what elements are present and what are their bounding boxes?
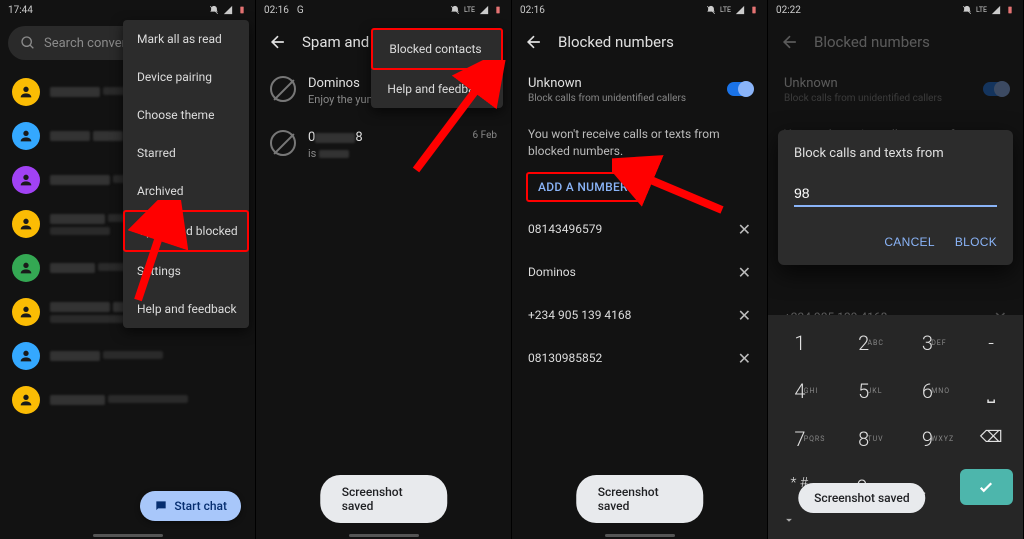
key-8[interactable]: 8TUV bbox=[832, 415, 896, 463]
menu-settings[interactable]: Settings bbox=[123, 252, 249, 290]
key-4[interactable]: 4GHI bbox=[768, 367, 832, 415]
avatar bbox=[12, 210, 40, 238]
app-bar: Blocked numbers bbox=[768, 20, 1023, 64]
status-icons: LTE bbox=[706, 5, 759, 15]
toggle-on[interactable] bbox=[727, 82, 753, 96]
back-icon[interactable] bbox=[524, 32, 544, 52]
number-row: Dominos✕ bbox=[512, 251, 767, 294]
avatar bbox=[12, 298, 40, 326]
chat-icon bbox=[154, 499, 168, 513]
blocked-item[interactable]: 08 is 6 Feb bbox=[256, 118, 511, 172]
menu-spam-blocked[interactable]: Spam and blocked bbox=[123, 210, 249, 252]
overflow-menu: Blocked contacts Help and feedback bbox=[371, 28, 503, 108]
remove-icon[interactable]: ✕ bbox=[738, 220, 751, 239]
app-bar: Blocked numbers bbox=[512, 20, 767, 64]
back-icon[interactable] bbox=[268, 32, 288, 52]
add-number-button[interactable]: ADD A NUMBER bbox=[526, 172, 640, 202]
cancel-button[interactable]: CANCEL bbox=[884, 235, 934, 249]
avatar bbox=[12, 342, 40, 370]
toast: Screenshot saved bbox=[320, 475, 448, 523]
avatar bbox=[12, 254, 40, 282]
panel-messages-home: 17:44 Search conversati Mark all as read… bbox=[0, 0, 256, 539]
menu-mark-all[interactable]: Mark all as read bbox=[123, 20, 249, 58]
page-title: Blocked numbers bbox=[814, 33, 930, 51]
menu-blocked-contacts[interactable]: Blocked contacts bbox=[371, 28, 503, 70]
block-button[interactable]: BLOCK bbox=[955, 235, 997, 249]
avatar bbox=[12, 78, 40, 106]
start-chat-fab[interactable]: Start chat bbox=[140, 491, 241, 521]
nav-bar bbox=[349, 534, 419, 537]
remove-icon[interactable]: ✕ bbox=[738, 306, 751, 325]
key-5[interactable]: 5JKL bbox=[832, 367, 896, 415]
list-item[interactable] bbox=[0, 334, 255, 378]
status-bar: 17:44 bbox=[0, 0, 255, 20]
menu-device-pairing[interactable]: Device pairing bbox=[123, 58, 249, 96]
description: You won't receive calls or texts from bl… bbox=[512, 116, 767, 166]
number-row: 08143496579✕ bbox=[512, 208, 767, 251]
key-7[interactable]: 7PQRS bbox=[768, 415, 832, 463]
toggle-on bbox=[983, 82, 1009, 96]
number-row: +234 905 139 4168✕ bbox=[512, 294, 767, 337]
search-icon bbox=[20, 35, 36, 51]
nav-bar bbox=[605, 534, 675, 537]
avatar bbox=[12, 386, 40, 414]
status-bar: 02:16G LTE bbox=[256, 0, 511, 20]
back-icon bbox=[780, 32, 800, 52]
block-icon bbox=[270, 76, 296, 102]
phone-input[interactable] bbox=[794, 181, 997, 207]
avatar bbox=[12, 166, 40, 194]
key-9[interactable]: 9WXYZ bbox=[896, 415, 960, 463]
key-0[interactable]: 0+ Screenshot saved bbox=[831, 463, 894, 511]
remove-icon[interactable]: ✕ bbox=[738, 349, 751, 368]
key-space[interactable]: ⎵ bbox=[959, 367, 1023, 415]
clock: 17:44 bbox=[8, 5, 33, 16]
key-2[interactable]: 2ABC bbox=[832, 319, 896, 367]
key-1[interactable]: 1 bbox=[768, 319, 832, 367]
nav-bar bbox=[93, 534, 163, 537]
keypad: 1 2ABC 3DEF - 4GHI 5JKL 6MNO ⎵ 7PQRS 8TU… bbox=[768, 315, 1023, 539]
status-icons: LTE bbox=[962, 5, 1015, 15]
status-bar: 02:16 LTE bbox=[512, 0, 767, 20]
status-bar: 02:22 LTE bbox=[768, 0, 1023, 20]
remove-icon[interactable]: ✕ bbox=[738, 263, 751, 282]
panel-blocked-numbers: 02:16 LTE Blocked numbers Unknown Block … bbox=[512, 0, 768, 539]
menu-help[interactable]: Help and feedback bbox=[371, 70, 503, 108]
key-backspace[interactable]: ⌫ bbox=[959, 415, 1023, 463]
check-icon bbox=[977, 478, 995, 496]
number-list: 08143496579✕ Dominos✕ +234 905 139 4168✕… bbox=[512, 208, 767, 380]
key-dash[interactable]: - bbox=[959, 319, 1023, 367]
status-icons bbox=[209, 5, 247, 15]
menu-choose-theme[interactable]: Choose theme bbox=[123, 96, 249, 134]
menu-archived[interactable]: Archived bbox=[123, 172, 249, 210]
block-icon bbox=[270, 130, 296, 156]
key-dot[interactable]: . bbox=[893, 463, 956, 511]
panel-block-dialog: 02:22 LTE Blocked numbers Unknown Block … bbox=[768, 0, 1024, 539]
list-item[interactable] bbox=[0, 378, 255, 422]
unknown-callers-row[interactable]: Unknown Block calls from unidentified ca… bbox=[512, 64, 767, 116]
key-6[interactable]: 6MNO bbox=[896, 367, 960, 415]
panel-spam-blocked: 02:16G LTE Spam and block Blocked contac… bbox=[256, 0, 512, 539]
block-dialog: Block calls and texts from CANCEL BLOCK bbox=[778, 130, 1013, 265]
number-row: 08130985852✕ bbox=[512, 337, 767, 380]
menu-starred[interactable]: Starred bbox=[123, 134, 249, 172]
toast: Screenshot saved bbox=[576, 475, 704, 523]
overflow-menu: Mark all as read Device pairing Choose t… bbox=[123, 20, 249, 328]
menu-help[interactable]: Help and feedback bbox=[123, 290, 249, 328]
chevron-down-icon[interactable] bbox=[782, 513, 796, 527]
unknown-callers-row: Unknown Block calls from unidentified ca… bbox=[768, 64, 1023, 116]
key-confirm[interactable] bbox=[960, 469, 1013, 505]
status-icons: LTE bbox=[450, 5, 503, 15]
key-3[interactable]: 3DEF bbox=[896, 319, 960, 367]
avatar bbox=[12, 122, 40, 150]
page-title: Blocked numbers bbox=[558, 33, 674, 51]
